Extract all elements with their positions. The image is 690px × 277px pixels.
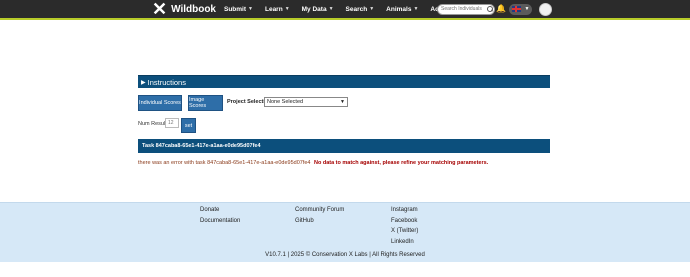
menu-search[interactable]: Search ▼ bbox=[346, 6, 375, 13]
menu-my-data[interactable]: My Data ▼ bbox=[302, 6, 334, 13]
chevron-down-icon: ▼ bbox=[413, 6, 419, 12]
menu-search-label: Search bbox=[345, 5, 368, 13]
footer-link-community-forum[interactable]: Community Forum bbox=[295, 207, 344, 213]
menu-animals-label: Animals bbox=[386, 5, 412, 13]
error-detail: No data to match against, please refine … bbox=[313, 160, 489, 166]
footer-link-github[interactable]: GitHub bbox=[295, 218, 344, 224]
copyright-text: V10.7.1 | 2025 © Conservation X Labs | A… bbox=[265, 252, 425, 258]
brand-name: Wildbook bbox=[171, 3, 216, 15]
bell-icon[interactable]: 🔔 bbox=[496, 4, 506, 14]
project-select-value: None Selected bbox=[267, 99, 304, 105]
footer-column-1: Donate Documentation bbox=[200, 207, 240, 224]
user-avatar[interactable] bbox=[539, 3, 552, 16]
num-results-input[interactable]: 12 bbox=[165, 118, 179, 128]
menu-submit[interactable]: Submit ▼ bbox=[224, 6, 253, 13]
project-select[interactable]: None Selected ▼ bbox=[264, 97, 348, 107]
menu-submit-label: Submit bbox=[224, 5, 247, 13]
footer-link-donate[interactable]: Donate bbox=[200, 207, 240, 213]
menu-learn-label: Learn bbox=[264, 5, 283, 13]
error-text: there was an error with task 847caba8-65… bbox=[138, 160, 311, 166]
uk-flag-icon bbox=[511, 6, 521, 12]
instructions-bar[interactable]: ▶ Instructions bbox=[138, 75, 550, 88]
chevron-down-icon: ▼ bbox=[340, 99, 345, 105]
search-icon[interactable] bbox=[487, 6, 493, 12]
individual-scores-button[interactable]: Individual Scores bbox=[138, 95, 182, 111]
footer-link-linkedin[interactable]: LinkedIn bbox=[391, 239, 418, 245]
chevron-down-icon: ▼ bbox=[284, 6, 290, 12]
footer-link-instagram[interactable]: Instagram bbox=[391, 207, 418, 213]
image-scores-button[interactable]: Image Scores bbox=[188, 95, 223, 111]
task-bar: Task 847caba8-65e1-417e-a1aa-e0de95d07fe… bbox=[138, 139, 550, 153]
footer-link-documentation[interactable]: Documentation bbox=[200, 218, 240, 224]
footer-link-x-twitter[interactable]: X (Twitter) bbox=[391, 228, 418, 234]
chevron-down-icon: ▼ bbox=[328, 6, 334, 12]
footer-link-facebook[interactable]: Facebook bbox=[391, 218, 418, 224]
footer: Donate Documentation Community Forum Git… bbox=[0, 202, 690, 262]
nav-accent-line bbox=[0, 18, 690, 20]
footer-column-3: Instagram Facebook X (Twitter) LinkedIn bbox=[391, 207, 418, 245]
set-button[interactable]: set bbox=[181, 118, 196, 133]
search-input[interactable] bbox=[441, 6, 487, 12]
language-selector[interactable]: ▼ bbox=[509, 3, 532, 15]
main-menu: Submit ▼ Learn ▼ My Data ▼ Search ▼ Animals ▼… bbox=[224, 0, 471, 18]
nav-search-box bbox=[437, 3, 495, 15]
task-title: Task 847caba8-65e1-417e-a1aa-e0de95d07fe… bbox=[142, 143, 261, 149]
footer-column-2: Community Forum GitHub bbox=[295, 207, 344, 224]
instructions-title: Instructions bbox=[147, 77, 186, 87]
chevron-down-icon: ▼ bbox=[524, 6, 530, 12]
menu-animals[interactable]: Animals ▼ bbox=[386, 6, 418, 13]
error-message: there was an error with task 847caba8-65… bbox=[138, 160, 488, 166]
x-logo-icon: ✕ bbox=[152, 0, 168, 19]
menu-learn[interactable]: Learn ▼ bbox=[265, 6, 290, 13]
menu-my-data-label: My Data bbox=[301, 5, 327, 13]
brand-logo[interactable]: ✕ Wildbook bbox=[152, 0, 216, 18]
caret-right-icon: ▶ bbox=[141, 79, 146, 86]
chevron-down-icon: ▼ bbox=[369, 6, 375, 12]
top-navbar: ✕ Wildbook Submit ▼ Learn ▼ My Data ▼ Searc… bbox=[0, 0, 690, 20]
chevron-down-icon: ▼ bbox=[248, 6, 253, 12]
